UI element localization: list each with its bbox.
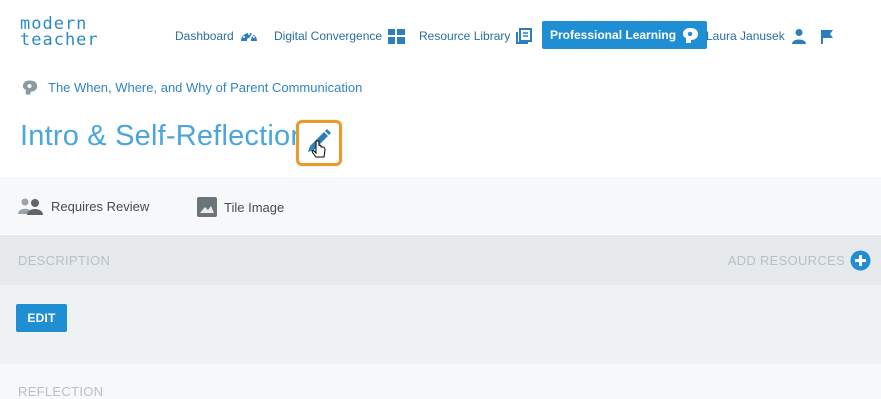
plus-circle-icon bbox=[850, 250, 871, 271]
dashboard-gauge-icon bbox=[240, 28, 258, 44]
image-icon bbox=[197, 197, 217, 217]
flag-icon bbox=[820, 29, 834, 44]
nav-flag[interactable] bbox=[820, 24, 834, 48]
description-label: DESCRIPTION bbox=[18, 253, 111, 268]
nav-resource-library-label: Resource Library bbox=[419, 29, 511, 43]
nav-dashboard[interactable]: Dashboard bbox=[175, 24, 258, 48]
edit-title-button[interactable] bbox=[296, 120, 342, 166]
reflection-label: REFLECTION bbox=[18, 384, 104, 399]
description-body: EDIT bbox=[0, 285, 881, 364]
modern-teacher-logo[interactable]: modern teacher bbox=[20, 16, 99, 50]
description-header: DESCRIPTION ADD RESOURCES bbox=[0, 235, 881, 285]
breadcrumb[interactable]: The When, Where, and Why of Parent Commu… bbox=[22, 79, 362, 96]
users-icon bbox=[17, 197, 44, 215]
pencil-icon bbox=[308, 129, 331, 158]
lesson-toolbar: Requires Review Tile Image bbox=[0, 177, 881, 234]
nav-digital-convergence[interactable]: Digital Convergence bbox=[274, 24, 406, 48]
user-icon bbox=[791, 28, 807, 44]
logo-line-2: teacher bbox=[20, 30, 99, 50]
nav-resource-library[interactable]: Resource Library bbox=[419, 24, 533, 48]
page-title: Intro & Self-Reflection bbox=[20, 120, 307, 152]
nav-digital-convergence-label: Digital Convergence bbox=[274, 29, 383, 43]
brain-icon bbox=[22, 79, 38, 96]
breadcrumb-label: The When, Where, and Why of Parent Commu… bbox=[48, 80, 363, 95]
library-icon bbox=[516, 28, 533, 44]
tile-image-label: Tile Image bbox=[224, 199, 285, 215]
grid-icon bbox=[388, 28, 406, 44]
nav-professional-learning-label: Professional Learning bbox=[550, 28, 677, 42]
nav-user-label: Laura Janusek bbox=[706, 29, 785, 43]
tile-image-button[interactable]: Tile Image bbox=[197, 197, 284, 217]
top-navigation: modern teacher Dashboard Digital Converg… bbox=[0, 0, 881, 70]
edit-description-button[interactable]: EDIT bbox=[16, 304, 67, 332]
nav-user[interactable]: Laura Janusek bbox=[706, 24, 807, 48]
add-resources-button[interactable]: ADD RESOURCES bbox=[728, 250, 871, 271]
reflection-section: REFLECTION bbox=[0, 364, 881, 399]
brain-icon bbox=[682, 27, 699, 44]
nav-dashboard-label: Dashboard bbox=[175, 29, 234, 43]
requires-review-toggle[interactable]: Requires Review bbox=[17, 197, 149, 215]
nav-professional-learning[interactable]: Professional Learning bbox=[542, 21, 708, 49]
add-resources-label: ADD RESOURCES bbox=[727, 253, 845, 268]
requires-review-label: Requires Review bbox=[51, 198, 150, 214]
